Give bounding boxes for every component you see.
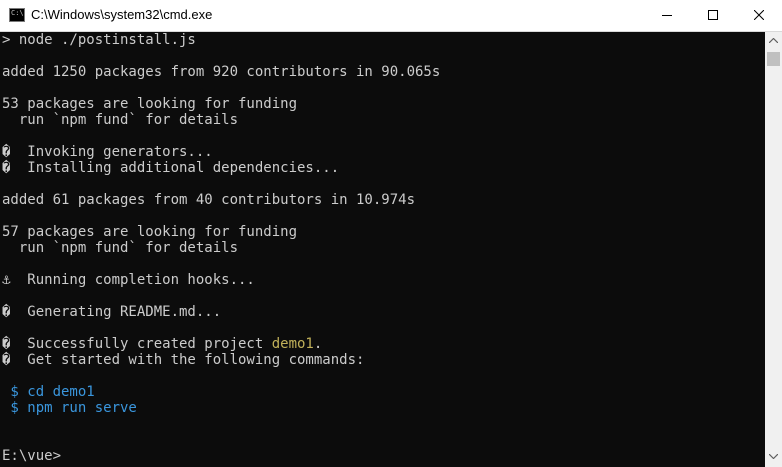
window-title: C:\Windows\system32\cmd.exe bbox=[31, 7, 213, 22]
console-line: run `npm fund` for details bbox=[2, 112, 239, 128]
title-bar[interactable]: C:\ C:\Windows\system32\cmd.exe bbox=[0, 0, 782, 32]
console-line: 57 packages are looking for funding bbox=[2, 224, 298, 240]
console-line: added 1250 packages from 920 contributor… bbox=[2, 64, 441, 80]
minimize-icon bbox=[662, 15, 672, 16]
cmd-icon[interactable]: C:\ bbox=[9, 8, 25, 22]
maximize-button[interactable] bbox=[690, 0, 736, 31]
minimize-button[interactable] bbox=[644, 0, 690, 31]
vertical-scrollbar[interactable] bbox=[765, 32, 782, 467]
maximize-icon bbox=[708, 10, 718, 20]
console-line: � Invoking generators... bbox=[2, 144, 213, 160]
console-line: run `npm fund` for details bbox=[2, 240, 239, 256]
project-name: demo1 bbox=[271, 336, 314, 352]
console-line: � Successfully created project bbox=[2, 336, 272, 352]
console-line: ⚓ Running completion hooks... bbox=[2, 272, 255, 288]
console-line: � Get started with the following command… bbox=[2, 352, 365, 368]
console-line: � Generating README.md... bbox=[2, 304, 222, 320]
console-line: added 61 packages from 40 contributors i… bbox=[2, 192, 416, 208]
cmd-icon-label: C:\ bbox=[11, 9, 24, 17]
project-suffix: . bbox=[313, 336, 323, 352]
console-line: � Installing additional dependencies... bbox=[2, 160, 340, 176]
console-output[interactable]: > node ./postinstall.js added 1250 packa… bbox=[0, 32, 765, 467]
prompt-line[interactable]: E:\vue> bbox=[2, 448, 61, 464]
console-line: 53 packages are looking for funding bbox=[2, 96, 298, 112]
scroll-up-icon[interactable] bbox=[769, 38, 778, 43]
command-npm-serve: $ npm run serve bbox=[2, 400, 137, 416]
console-line-project: � Successfully created project demo1. bbox=[2, 336, 322, 352]
close-icon bbox=[754, 10, 764, 20]
scroll-down-icon[interactable] bbox=[769, 454, 778, 459]
command-cd: $ cd demo1 bbox=[2, 384, 95, 400]
scrollbar-thumb[interactable] bbox=[767, 52, 780, 66]
console-line: > node ./postinstall.js bbox=[2, 32, 196, 48]
close-button[interactable] bbox=[736, 0, 782, 31]
